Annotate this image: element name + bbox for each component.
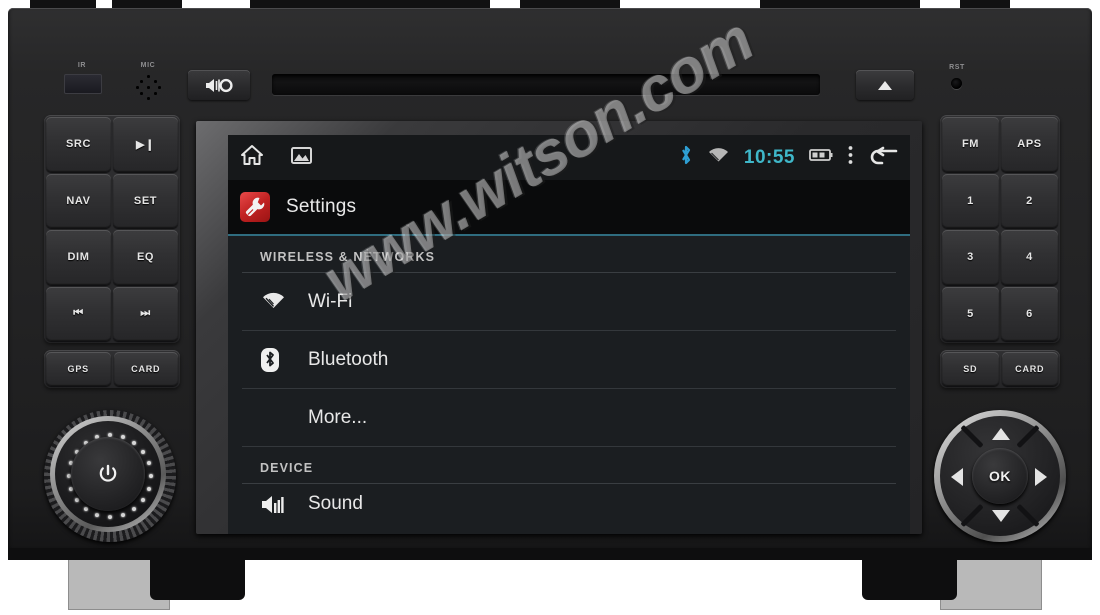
power-button[interactable] xyxy=(71,437,145,511)
settings-row-label: Sound xyxy=(308,493,363,514)
bluetooth-icon xyxy=(679,144,693,171)
ir-label: IR xyxy=(77,62,87,69)
settings-row-bluetooth[interactable]: Bluetooth xyxy=(242,331,896,389)
preset-3-button[interactable]: 3 xyxy=(942,230,999,285)
mic-label: MIC xyxy=(140,62,156,69)
left-button-cluster: SRC ▶❙ NAV SET DIM EQ ⏮ ⏭ xyxy=(44,115,180,343)
mute-button[interactable] xyxy=(188,70,250,100)
dpad-left-icon[interactable] xyxy=(951,468,963,486)
ir-window xyxy=(64,74,102,94)
gps-button[interactable]: GPS xyxy=(46,352,111,386)
bluetooth-icon xyxy=(260,347,294,373)
preset-2-button[interactable]: 2 xyxy=(1001,173,1058,228)
status-time: 10:55 xyxy=(743,146,795,168)
sound-icon xyxy=(260,494,294,514)
home-icon[interactable] xyxy=(240,144,264,171)
section-header-device: DEVICE xyxy=(242,447,896,484)
mute-speaker-icon xyxy=(206,78,233,92)
right-button-cluster: FM APS 1 2 3 4 5 6 xyxy=(940,115,1060,343)
preset-6-button[interactable]: 6 xyxy=(1001,286,1058,341)
dpad-up-icon[interactable] xyxy=(992,428,1010,440)
settings-row-sound[interactable]: Sound xyxy=(242,484,896,524)
power-icon xyxy=(99,464,117,482)
preset-1-button[interactable]: 1 xyxy=(942,173,999,228)
rst-label: RST xyxy=(949,64,965,71)
screen-bezel: 10:55 Settings WIRELESS & NETWORKS Wi-Fi… xyxy=(196,121,922,534)
play-pause-button[interactable]: ▶❙ xyxy=(113,117,178,172)
section-header-wireless: WIRELESS & NETWORKS xyxy=(242,236,896,273)
left-bottom-button-cluster: GPS CARD xyxy=(44,350,180,388)
previous-track-button[interactable]: ⏮ xyxy=(46,286,111,341)
set-button[interactable]: SET xyxy=(113,173,178,228)
settings-row-more[interactable]: More... xyxy=(242,389,896,447)
fm-button[interactable]: FM xyxy=(942,117,999,172)
touchscreen-display[interactable]: 10:55 Settings WIRELESS & NETWORKS Wi-Fi… xyxy=(228,135,910,534)
settings-row-label: Wi-Fi xyxy=(308,290,353,312)
eq-button[interactable]: EQ xyxy=(113,230,178,285)
right-bottom-button-cluster: SD CARD xyxy=(940,350,1060,388)
preset-5-button[interactable]: 5 xyxy=(942,286,999,341)
settings-title-bar: Settings xyxy=(228,180,910,236)
preset-4-button[interactable]: 4 xyxy=(1001,230,1058,285)
sd-button[interactable]: SD xyxy=(942,352,999,386)
reset-hole[interactable] xyxy=(951,78,962,89)
card-slot-button[interactable]: CARD xyxy=(1001,352,1058,386)
settings-wrench-icon xyxy=(240,192,270,222)
microphone-grille xyxy=(136,75,162,100)
gallery-icon[interactable] xyxy=(290,145,313,171)
nav-button[interactable]: NAV xyxy=(46,173,111,228)
eject-button[interactable] xyxy=(856,70,914,100)
settings-row-label: Bluetooth xyxy=(308,348,389,370)
disc-slot[interactable] xyxy=(272,74,820,95)
volume-knob[interactable] xyxy=(44,410,176,542)
src-button[interactable]: SRC xyxy=(46,117,111,172)
aps-button[interactable]: APS xyxy=(1001,117,1058,172)
settings-row-wifi[interactable]: Wi-Fi xyxy=(242,273,896,331)
ok-button[interactable]: OK xyxy=(972,448,1028,504)
chassis-bottom-lip xyxy=(8,548,1092,560)
android-status-bar: 10:55 xyxy=(228,135,910,180)
back-arrow-icon[interactable] xyxy=(868,144,898,171)
wifi-icon xyxy=(707,146,730,169)
overflow-menu-icon[interactable] xyxy=(847,144,854,171)
wifi-icon xyxy=(260,291,294,312)
screenshot-root: IR MIC RST SRC ▶❙ NAV SET DIM EQ ⏮ ⏭ GPS CARD FM… xyxy=(0,0,1100,615)
battery-icon xyxy=(809,148,833,167)
dpad-right-icon[interactable] xyxy=(1035,468,1047,486)
card-button[interactable]: CARD xyxy=(113,352,178,386)
eject-icon xyxy=(878,80,892,90)
dim-button[interactable]: DIM xyxy=(46,230,111,285)
settings-list[interactable]: WIRELESS & NETWORKS Wi-Fi Bluetooth More… xyxy=(228,236,910,534)
dpad-down-icon[interactable] xyxy=(992,510,1010,522)
next-track-button[interactable]: ⏭ xyxy=(113,286,178,341)
settings-row-label: More... xyxy=(308,406,368,428)
dpad-control[interactable]: OK xyxy=(934,410,1066,542)
page-title: Settings xyxy=(286,196,357,217)
